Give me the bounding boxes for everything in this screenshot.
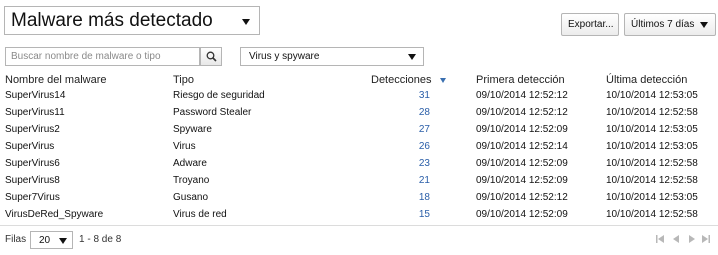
malware-name: VirusDeRed_Spyware: [5, 209, 104, 220]
malware-name: SuperVirus: [5, 141, 55, 152]
last-detection: 10/10/2014 12:53:05: [606, 192, 698, 203]
first-page-button[interactable]: [654, 233, 666, 245]
table-row: SuperVirus14 Riesgo de seguridad 31 09/1…: [0, 88, 718, 105]
rows-per-page-label: Filas: [5, 234, 27, 245]
next-page-icon: [689, 235, 695, 243]
table-row: Super7Virus Gusano 18 09/10/2014 12:52:1…: [0, 190, 718, 207]
malware-type: Gusano: [173, 192, 209, 203]
detections-link[interactable]: 28: [390, 107, 430, 118]
detections-link[interactable]: 27: [390, 124, 430, 135]
last-page-icon: [702, 235, 710, 243]
table-row: SuperVirus Virus 26 09/10/2014 12:52:14 …: [0, 139, 718, 156]
malware-type: Spyware: [173, 124, 212, 135]
first-detection: 09/10/2014 12:52:12: [476, 192, 568, 203]
widget-title-dropdown[interactable]: Malware más detectado: [4, 6, 260, 35]
last-detection: 10/10/2014 12:52:58: [606, 209, 698, 220]
column-header-last-detection[interactable]: Última detección: [606, 74, 687, 86]
detections-link[interactable]: 23: [390, 158, 430, 169]
last-detection: 10/10/2014 12:53:05: [606, 90, 698, 101]
last-page-button[interactable]: [700, 233, 712, 245]
first-page-icon: [656, 235, 664, 243]
last-detection: 10/10/2014 12:52:58: [606, 175, 698, 186]
table-header: Nombre del malware Tipo Detecciones Prim…: [0, 72, 718, 88]
last-detection: 10/10/2014 12:53:05: [606, 141, 698, 152]
column-header-first-detection[interactable]: Primera detección: [476, 74, 565, 86]
table-row: SuperVirus2 Spyware 27 09/10/2014 12:52:…: [0, 122, 718, 139]
malware-type: Virus de red: [173, 209, 227, 220]
first-detection: 09/10/2014 12:52:14: [476, 141, 568, 152]
date-range-label: Últimos 7 días: [631, 19, 695, 30]
search-button[interactable]: [200, 47, 222, 66]
column-header-name[interactable]: Nombre del malware: [5, 74, 106, 86]
first-detection: 09/10/2014 12:52:09: [476, 124, 568, 135]
next-page-button[interactable]: [686, 233, 698, 245]
first-detection: 09/10/2014 12:52:09: [476, 209, 568, 220]
column-header-type[interactable]: Tipo: [173, 74, 194, 86]
first-detection: 09/10/2014 12:52:09: [476, 158, 568, 169]
detections-link[interactable]: 18: [390, 192, 430, 203]
rows-per-page-dropdown[interactable]: 20: [30, 231, 73, 249]
malware-type: Password Stealer: [173, 107, 252, 118]
malware-type: Virus: [173, 141, 196, 152]
last-detection: 10/10/2014 12:53:05: [606, 124, 698, 135]
table-row: SuperVirus11 Password Stealer 28 09/10/2…: [0, 105, 718, 122]
pagination-range: 1 - 8 de 8: [79, 234, 122, 245]
malware-name: SuperVirus14: [5, 90, 66, 101]
rows-per-page-value: 20: [39, 235, 51, 246]
first-detection: 09/10/2014 12:52:12: [476, 107, 568, 118]
table-body: SuperVirus14 Riesgo de seguridad 31 09/1…: [0, 88, 718, 224]
search-icon: [206, 51, 217, 62]
widget-title: Malware más detectado: [11, 10, 213, 31]
footer-divider: [0, 225, 718, 226]
detections-link[interactable]: 31: [390, 90, 430, 101]
detections-link[interactable]: 15: [390, 209, 430, 220]
last-detection: 10/10/2014 12:52:58: [606, 107, 698, 118]
malware-type: Adware: [173, 158, 207, 169]
malware-name: SuperVirus11: [5, 107, 65, 118]
malware-name: SuperVirus6: [5, 158, 60, 169]
column-header-detections[interactable]: Detecciones: [371, 74, 432, 86]
chevron-down-icon: [59, 238, 67, 244]
chevron-down-icon: [408, 54, 416, 60]
search-input[interactable]: Buscar nombre de malware o tipo: [5, 47, 200, 66]
malware-type-dropdown[interactable]: Virus y spyware: [240, 47, 424, 66]
chevron-down-icon: [700, 22, 708, 28]
first-detection: 09/10/2014 12:52:12: [476, 90, 568, 101]
export-button[interactable]: Exportar...: [561, 13, 619, 36]
table-row: SuperVirus6 Adware 23 09/10/2014 12:52:0…: [0, 156, 718, 173]
table-row: VirusDeRed_Spyware Virus de red 15 09/10…: [0, 207, 718, 224]
detections-link[interactable]: 26: [390, 141, 430, 152]
first-detection: 09/10/2014 12:52:09: [476, 175, 568, 186]
malware-type: Riesgo de seguridad: [173, 90, 265, 101]
prev-page-icon: [673, 235, 679, 243]
prev-page-button[interactable]: [670, 233, 682, 245]
chevron-down-icon: [242, 19, 250, 25]
table-row: SuperVirus8 Troyano 21 09/10/2014 12:52:…: [0, 173, 718, 190]
last-detection: 10/10/2014 12:52:58: [606, 158, 698, 169]
malware-name: SuperVirus8: [5, 175, 60, 186]
malware-type-label: Virus y spyware: [249, 51, 320, 62]
malware-type: Troyano: [173, 175, 210, 186]
detections-link[interactable]: 21: [390, 175, 430, 186]
date-range-dropdown[interactable]: Últimos 7 días: [624, 13, 716, 36]
malware-name: Super7Virus: [5, 192, 60, 203]
malware-name: SuperVirus2: [5, 124, 60, 135]
sort-descending-icon: [440, 78, 446, 83]
